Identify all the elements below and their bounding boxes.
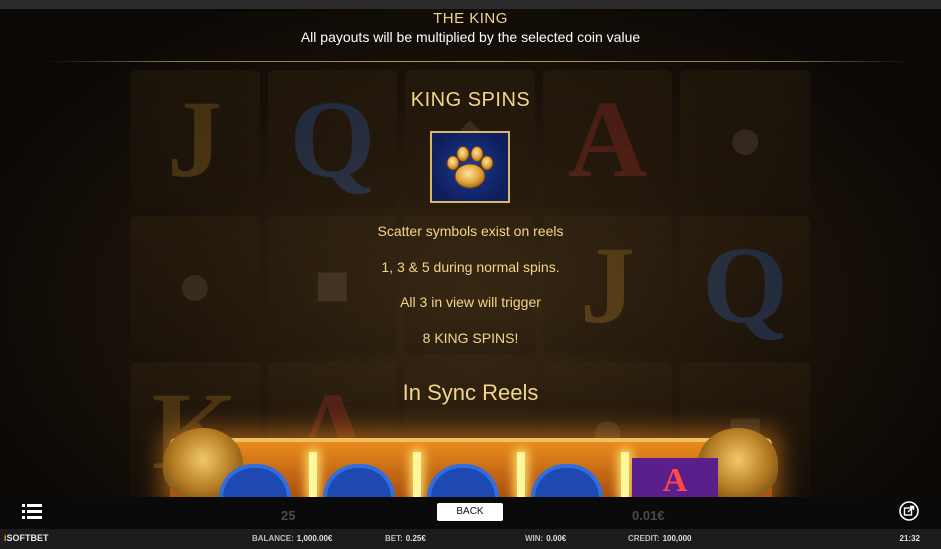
back-button[interactable]: BACK xyxy=(437,503,503,521)
win-value: 0.00€ xyxy=(546,534,567,543)
section-title-in-sync-reels: In Sync Reels xyxy=(402,380,539,405)
paw-print-icon xyxy=(446,146,494,189)
reel-glow-divider xyxy=(517,452,525,498)
win-display: WIN: 0.00€ xyxy=(525,534,567,543)
feature-description-line: 8 KING SPINS! xyxy=(422,330,519,346)
reel-glow-divider xyxy=(309,452,317,498)
reel-glow-divider xyxy=(621,452,629,498)
scatter-symbol xyxy=(430,131,510,203)
top-bar xyxy=(0,0,941,9)
page-title: THE KING xyxy=(433,10,508,27)
shaded-lines-value: 25 xyxy=(281,508,296,523)
bet-display: BET: 0.25€ xyxy=(385,534,426,543)
bet-value: 0.25€ xyxy=(405,534,426,543)
menu-button[interactable] xyxy=(22,503,42,520)
brand-logo: iSOFTBET xyxy=(4,533,49,543)
status-bar: iSOFTBET BALANCE: 1,000.00€ BET: 0.25€ WIN… xyxy=(0,529,941,549)
external-link-button[interactable] xyxy=(899,501,919,521)
reel-glow-divider xyxy=(413,452,421,498)
list-menu-icon xyxy=(22,504,42,519)
credit-value: 100,000 xyxy=(662,534,692,543)
shaded-coin-value: 0.01€ xyxy=(632,508,665,523)
feature-title: KING SPINS xyxy=(410,89,531,111)
header-divider xyxy=(45,61,913,62)
feature-description-line: All 3 in view will trigger xyxy=(400,294,541,310)
external-link-icon xyxy=(899,501,919,521)
clock: 21:32 xyxy=(899,534,920,543)
feature-description-line: Scatter symbols exist on reels xyxy=(377,223,564,239)
page-subtitle: All payouts will be multiplied by the se… xyxy=(300,29,641,45)
feature-description-line: 1, 3 & 5 during normal spins. xyxy=(381,259,560,275)
balance-display: BALANCE: 1,000.00€ xyxy=(252,534,333,543)
balance-value: 1,000.00€ xyxy=(296,534,333,543)
credit-display: CREDIT: 100,000 xyxy=(628,534,692,543)
mini-reel-symbol-a: A xyxy=(632,458,718,498)
